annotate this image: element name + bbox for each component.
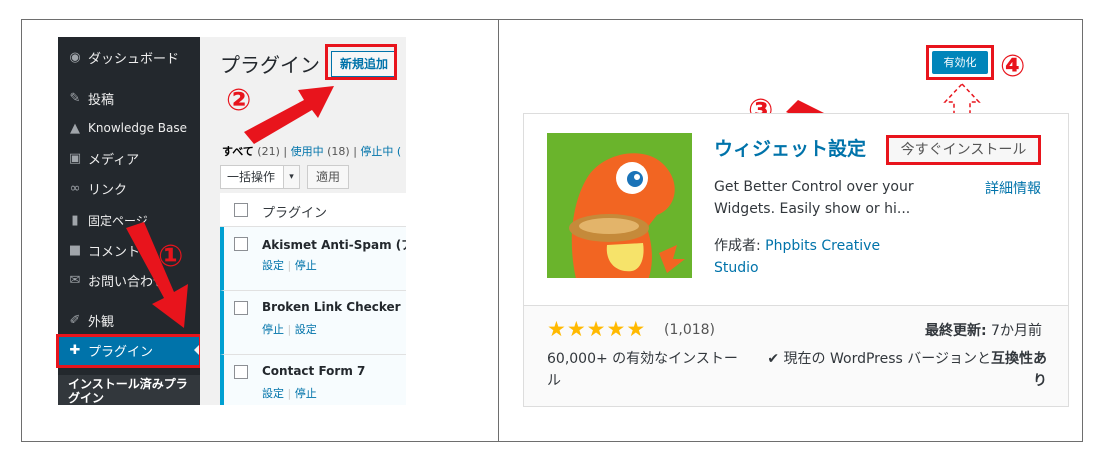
bulk-action-value: 一括操作 <box>227 170 276 184</box>
sidebar-item-label: 投稿 <box>88 92 115 108</box>
sidebar-item-media[interactable]: ▣ メディア <box>58 143 200 173</box>
table-row: Contact Form 7 設定 | 停止 <box>220 355 406 405</box>
page-icon: ▮ <box>71 212 79 228</box>
sidebar-item-label: ダッシュボード <box>88 51 180 67</box>
plugin-logo <box>547 133 692 278</box>
star-icon: ★ <box>626 317 647 341</box>
settings-link[interactable]: 設定 <box>262 387 284 400</box>
plugin-title[interactable]: ウィジェット設定 <box>714 134 866 161</box>
brush-icon: ✐ <box>69 312 81 328</box>
plugin-actions: 設定 | 停止 <box>262 259 317 272</box>
more-details-link[interactable]: 詳細情報 <box>985 178 1041 198</box>
row-checkbox[interactable] <box>234 237 248 251</box>
plugin-actions: 停止 | 設定 <box>262 323 317 336</box>
last-updated-value: 7か月前 <box>986 323 1042 339</box>
table-row: Akismet Anti-Spam (アン 設定 | 停止 <box>220 227 406 291</box>
panel-divider <box>498 19 499 442</box>
chevron-down-icon: ▾ <box>283 166 299 188</box>
column-header-plugin: プラグイン <box>262 206 328 221</box>
star-icon: ★ <box>586 317 607 341</box>
row-checkbox[interactable] <box>234 301 248 315</box>
sidebar-item-label: 外観 <box>88 314 115 330</box>
mail-icon: ✉ <box>69 272 81 288</box>
plugin-author: 作成者: Phpbits Creative Studio <box>714 235 904 279</box>
media-icon: ▣ <box>68 150 82 166</box>
sidebar-item-posts[interactable]: ✎ 投稿 <box>58 83 200 113</box>
install-now-button[interactable]: 今すぐインストール <box>886 135 1041 165</box>
step4-number: ④ <box>1000 49 1026 84</box>
sidebar-item-knowledge-base[interactable]: ▲ Knowledge Base <box>58 113 200 143</box>
filter-inactive[interactable]: 停止中 ( <box>360 145 401 158</box>
plugins-highlight-box <box>56 334 202 368</box>
compatibility: ✔ 現在の WordPress バージョンと互換性あり <box>757 348 1047 392</box>
pin-icon: ✎ <box>69 90 81 106</box>
author-prefix: 作成者: <box>714 238 766 254</box>
last-updated: 最終更新: 7か月前 <box>925 320 1042 340</box>
last-updated-label: 最終更新: <box>925 323 987 339</box>
sidebar-item-links[interactable]: ∞ リンク <box>58 173 200 203</box>
graduation-cap-icon: ▲ <box>70 120 80 136</box>
deactivate-link[interactable]: 停止 <box>295 259 317 272</box>
step1-arrow <box>126 222 188 328</box>
settings-link[interactable]: 設定 <box>262 259 284 272</box>
select-all-checkbox[interactable] <box>234 203 248 217</box>
table-header: プラグイン <box>220 193 406 227</box>
settings-link[interactable]: 設定 <box>295 323 317 336</box>
page-title: プラグイン <box>220 53 320 77</box>
apply-button[interactable]: 適用 <box>307 165 350 189</box>
step2-number: ② <box>226 83 252 118</box>
step1-number: ① <box>158 239 184 274</box>
sidebar-item-label: Knowledge Base <box>88 121 187 135</box>
dinosaur-icon <box>547 133 692 278</box>
table-row: Broken Link Checker 停止 | 設定 <box>220 291 406 355</box>
sidebar-item-label: リンク <box>88 182 128 198</box>
star-icon: ★ <box>566 317 587 341</box>
sidebar-item-dashboard[interactable]: ◉ ダッシュボード <box>58 42 200 72</box>
plugin-name: Broken Link Checker <box>262 300 401 314</box>
plugin-name: Contact Form 7 <box>262 364 366 378</box>
activate-highlight-box <box>926 45 994 80</box>
star-icon: ★ <box>606 317 627 341</box>
row-checkbox[interactable] <box>234 365 248 379</box>
bulk-action-select[interactable]: 一括操作 ▾ <box>220 165 300 189</box>
link-icon: ∞ <box>69 180 81 196</box>
plugin-actions: 設定 | 停止 <box>262 387 317 400</box>
plugin-name: Akismet Anti-Spam (アン <box>262 238 406 252</box>
comment-icon: ■ <box>68 242 82 258</box>
active-installs: 60,000+ の有効なインストール <box>547 351 738 389</box>
compat-text: ✔ 現在の WordPress バージョンと <box>767 351 991 367</box>
plugin-description: Get Better Control over your Widgets. Ea… <box>714 179 914 217</box>
dashboard-icon: ◉ <box>69 49 81 65</box>
star-icon: ★ <box>547 317 567 341</box>
compat-status: 互換性あり <box>991 351 1047 389</box>
submenu-installed-plugins[interactable]: インストール済みプラグイン <box>68 377 196 405</box>
add-new-highlight-box <box>325 44 397 80</box>
sidebar-item-label: メディア <box>88 152 140 168</box>
star-rating: ★★★★★ <box>547 317 646 341</box>
deactivate-link[interactable]: 停止 <box>295 387 317 400</box>
step2-arrow <box>244 86 334 144</box>
rating-count[interactable]: (1,018) <box>664 322 715 338</box>
deactivate-link[interactable]: 停止 <box>262 323 284 336</box>
